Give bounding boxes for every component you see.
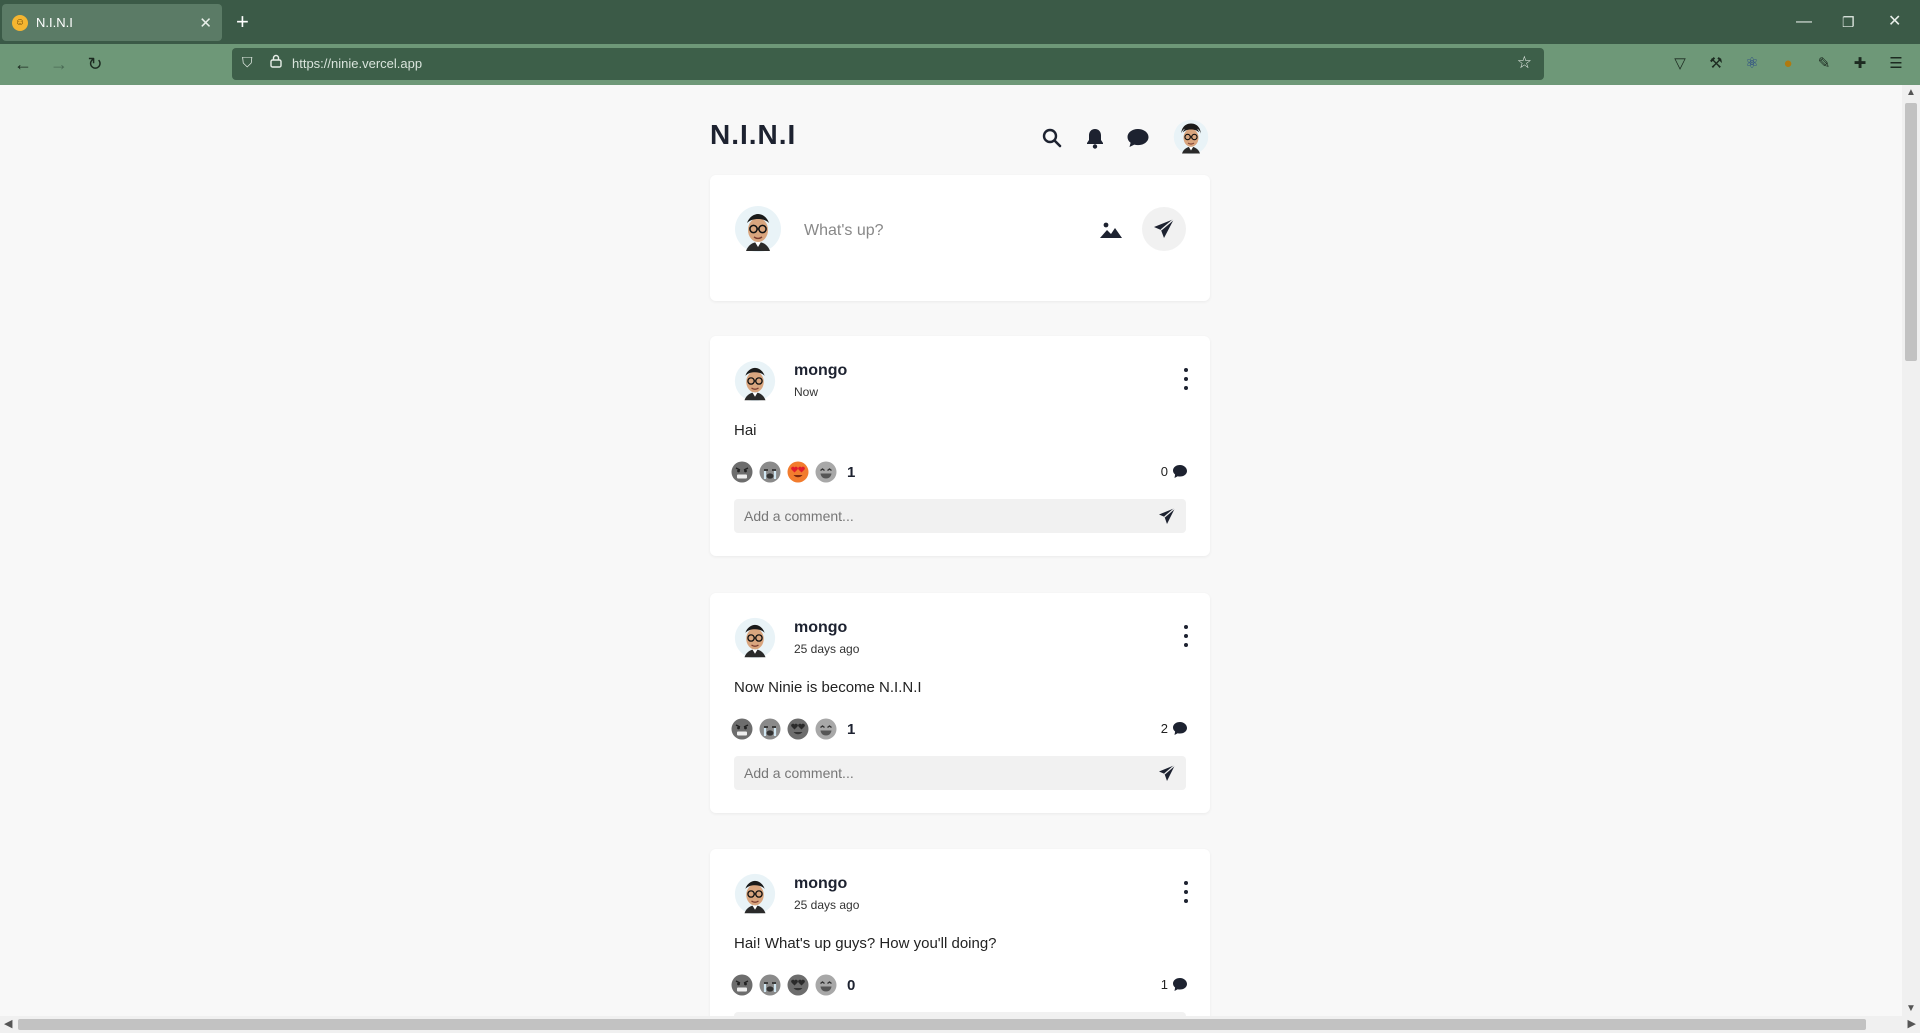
- horizontal-scrollbar[interactable]: ◀ ▶: [0, 1016, 1920, 1033]
- more-options-icon[interactable]: [1176, 623, 1196, 649]
- avatar[interactable]: [1173, 119, 1209, 155]
- reaction-count: 1: [847, 720, 856, 738]
- send-comment-icon[interactable]: [1158, 764, 1176, 782]
- tab-title: N.I.N.I: [36, 15, 73, 30]
- scroll-down-arrow-icon[interactable]: ▼: [1906, 1003, 1916, 1014]
- reactions-bar: 0: [731, 973, 855, 997]
- send-post-button[interactable]: [1142, 207, 1186, 251]
- comment-field: [734, 499, 1186, 533]
- comment-count[interactable]: 1: [1161, 977, 1188, 992]
- close-tab-icon[interactable]: ✕: [199, 14, 212, 32]
- angry-emoji-icon[interactable]: [731, 718, 753, 740]
- heart-eyes-emoji-icon[interactable]: [787, 974, 809, 996]
- crying-emoji-icon[interactable]: [759, 974, 781, 996]
- comment-field: [734, 756, 1186, 790]
- post-input[interactable]: [804, 219, 1084, 243]
- url-bar[interactable]: ⛉ https://ninie.vercel.app ☆: [232, 48, 1544, 80]
- close-window-button[interactable]: ✕: [1888, 8, 1901, 36]
- comment-input[interactable]: [744, 764, 1124, 782]
- app-logo[interactable]: N.I.N.I: [710, 119, 796, 151]
- extensions-puzzle-icon[interactable]: ✚: [1850, 54, 1870, 74]
- menu-icon[interactable]: ☰: [1886, 54, 1906, 74]
- restore-button[interactable]: ❐: [1842, 8, 1855, 36]
- chat-bubble-icon[interactable]: [1125, 125, 1151, 151]
- bell-icon[interactable]: [1082, 125, 1108, 151]
- post-body: Hai: [734, 422, 757, 439]
- new-tab-button[interactable]: +: [236, 8, 249, 36]
- heart-eyes-emoji-icon[interactable]: [787, 718, 809, 740]
- angry-emoji-icon[interactable]: [731, 974, 753, 996]
- vertical-scrollbar[interactable]: ▲ ▼: [1902, 85, 1920, 1016]
- scroll-left-arrow-icon[interactable]: ◀: [4, 1017, 12, 1030]
- browser-tab[interactable]: ☺ N.I.N.I ✕: [2, 4, 222, 41]
- lock-icon[interactable]: [270, 54, 286, 74]
- crying-emoji-icon[interactable]: [759, 461, 781, 483]
- minimize-button[interactable]: —: [1796, 8, 1812, 36]
- post-body: Now Ninie is become N.I.N.I: [734, 679, 922, 696]
- comment-count-value: 0: [1160, 464, 1168, 479]
- reaction-count: 0: [847, 976, 856, 994]
- post-time: 25 days ago: [794, 898, 860, 912]
- post-time: Now: [794, 385, 819, 399]
- laughing-emoji-icon[interactable]: [815, 974, 837, 996]
- react-devtools-icon[interactable]: ⚛: [1742, 54, 1762, 74]
- avatar[interactable]: [734, 617, 776, 659]
- heart-eyes-emoji-icon[interactable]: [787, 461, 809, 483]
- forward-button[interactable]: →: [44, 50, 74, 78]
- horizontal-scroll-thumb[interactable]: [18, 1019, 1866, 1030]
- post-time: 25 days ago: [794, 642, 860, 656]
- angry-emoji-icon[interactable]: [731, 461, 753, 483]
- vertical-scroll-thumb[interactable]: [1905, 103, 1917, 361]
- post-card: mongo 25 days ago Now Ninie is become N.…: [710, 593, 1210, 813]
- browser-tab-bar: ☺ N.I.N.I ✕ + — ❐ ✕: [0, 0, 1920, 44]
- post-author[interactable]: mongo: [794, 362, 847, 380]
- post-card: mongo 25 days ago Hai! What's up guys? H…: [710, 849, 1210, 1016]
- comment-count-value: 2: [1160, 721, 1168, 736]
- comment-count[interactable]: 0: [1161, 464, 1188, 479]
- app-header: N.I.N.I: [710, 119, 1210, 159]
- laughing-emoji-icon[interactable]: [815, 718, 837, 740]
- avatar[interactable]: [734, 873, 776, 915]
- comment-icon: [1173, 465, 1187, 478]
- favicon-icon: ☺: [12, 14, 28, 31]
- comment-count[interactable]: 2: [1161, 721, 1188, 736]
- reactions-bar: 1: [731, 717, 855, 741]
- bookmark-star-icon[interactable]: ☆: [1517, 53, 1532, 73]
- search-icon[interactable]: [1039, 125, 1065, 151]
- post-body: Hai! What's up guys? How you'll doing?: [734, 935, 997, 952]
- more-options-icon[interactable]: [1176, 366, 1196, 392]
- scroll-up-arrow-icon[interactable]: ▲: [1906, 87, 1916, 98]
- page-viewport: N.I.N.I What's up? mongo Now Hai 1 0 Add…: [0, 85, 1902, 1016]
- reload-button[interactable]: ↻: [80, 50, 110, 78]
- url-text[interactable]: https://ninie.vercel.app: [292, 56, 422, 71]
- post-card: mongo Now Hai 1 0: [710, 336, 1210, 556]
- reactions-bar: 1: [731, 460, 855, 484]
- eyedropper-icon[interactable]: ✎: [1814, 54, 1834, 74]
- scroll-right-arrow-icon[interactable]: ▶: [1908, 1017, 1916, 1030]
- comment-input[interactable]: [744, 507, 1124, 525]
- back-button[interactable]: ←: [8, 50, 38, 78]
- pocket-icon[interactable]: ▽: [1670, 54, 1690, 74]
- browser-nav-bar: ← → ↻ ⛉ https://ninie.vercel.app ☆ ▽ ⚒ ⚛…: [0, 44, 1920, 85]
- extension-icon[interactable]: ●: [1778, 54, 1798, 74]
- avatar[interactable]: [734, 360, 776, 402]
- comment-count-value: 1: [1160, 977, 1168, 992]
- reaction-count: 1: [847, 463, 856, 481]
- image-upload-icon[interactable]: [1096, 215, 1126, 245]
- post-composer: [710, 175, 1210, 301]
- comment-icon: [1173, 722, 1187, 735]
- more-options-icon[interactable]: [1176, 879, 1196, 905]
- comment-icon: [1173, 978, 1187, 991]
- wrench-icon[interactable]: ⚒: [1706, 54, 1726, 74]
- avatar: [734, 205, 782, 253]
- crying-emoji-icon[interactable]: [759, 718, 781, 740]
- shield-icon[interactable]: ⛉: [242, 54, 258, 74]
- post-author[interactable]: mongo: [794, 875, 847, 893]
- laughing-emoji-icon[interactable]: [815, 461, 837, 483]
- send-comment-icon[interactable]: [1158, 507, 1176, 525]
- post-author[interactable]: mongo: [794, 619, 847, 637]
